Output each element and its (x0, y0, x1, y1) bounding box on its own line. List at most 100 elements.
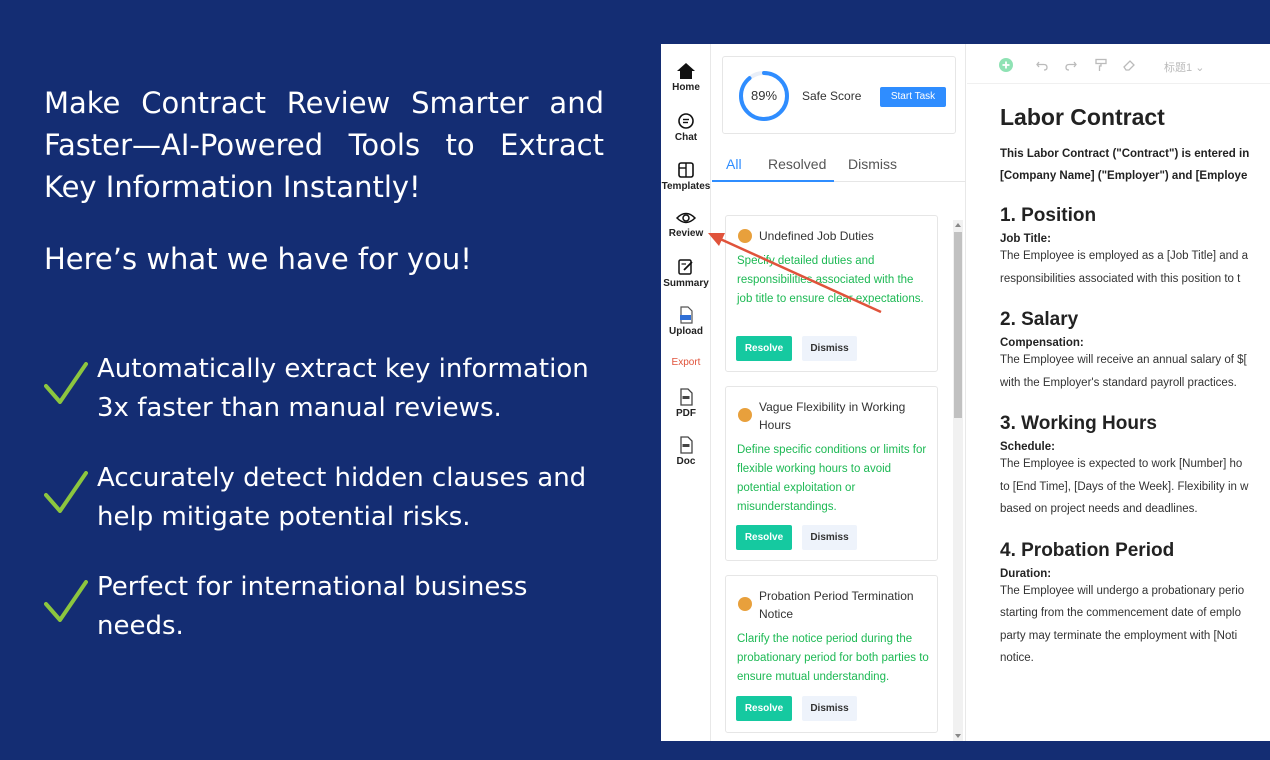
rail-item-templates[interactable]: Templates (661, 161, 711, 192)
summary-icon (678, 259, 693, 275)
doc-file-icon (680, 306, 693, 324)
headline: Make Contract Review Smarter and Faster—… (44, 86, 604, 204)
nav-rail: Home Chat Templates Review Summary Uploa… (661, 44, 711, 741)
feature-item: Perfect for international business needs… (44, 568, 604, 646)
warning-dot-icon (738, 408, 752, 422)
dismiss-button[interactable]: Dismiss (802, 696, 857, 721)
resolve-button[interactable]: Resolve (736, 696, 792, 721)
check-icon (44, 471, 88, 513)
section-line: based on project needs and deadlines. (1000, 503, 1198, 515)
check-icon (44, 580, 88, 622)
issue-description: Specify detailed duties and responsibili… (737, 255, 924, 305)
score-label: Safe Score (802, 89, 862, 103)
dismiss-button[interactable]: Dismiss (802, 336, 857, 361)
eraser-icon[interactable] (1122, 58, 1136, 72)
document-section: 4. Probation Period Duration: The Employ… (1000, 540, 1270, 670)
section-subheading: Compensation: (1000, 337, 1084, 349)
templates-icon (678, 162, 694, 178)
doc-export-icon (680, 436, 693, 454)
tab-dismiss[interactable]: Dismiss (848, 156, 897, 172)
safe-score-card: 89% Safe Score Start Task (722, 56, 956, 134)
scroll-thumb[interactable] (954, 232, 962, 418)
add-icon[interactable] (999, 58, 1013, 72)
undo-icon[interactable] (1035, 58, 1049, 72)
section-line: responsibilities associated with this po… (1000, 272, 1241, 285)
rail-item-home[interactable]: Home (661, 62, 711, 93)
export-doc[interactable]: Doc (661, 436, 711, 467)
eye-icon (676, 212, 696, 224)
rail-label: Upload (669, 326, 703, 337)
feature-text: Perfect for international business needs… (97, 572, 528, 641)
issue-card: Vague Flexibility in Working Hours Defin… (725, 386, 938, 561)
rail-label: Doc (676, 456, 696, 467)
rail-item-summary[interactable]: Summary (661, 258, 711, 289)
rail-item-upload[interactable]: Upload (661, 306, 711, 337)
score-value: 89% (750, 88, 778, 103)
feature-text: Accurately detect hidden clauses and hel… (97, 463, 587, 532)
start-task-button[interactable]: Start Task (880, 87, 946, 107)
dismiss-button[interactable]: Dismiss (802, 525, 857, 550)
issue-title: Vague Flexibility in Working Hours (759, 400, 906, 432)
issues-scrollbar[interactable] (953, 220, 963, 741)
section-line: to [End Time], [Days of the Week]. Flexi… (1000, 480, 1249, 493)
redo-icon[interactable] (1064, 58, 1078, 72)
issue-title: Probation Period Termination Notice (759, 589, 914, 621)
feature-item: Automatically extract key information 3x… (44, 350, 604, 428)
check-icon (44, 362, 88, 404)
feature-item: Accurately detect hidden clauses and hel… (44, 459, 604, 537)
section-line: The Employee will receive an annual sala… (1000, 354, 1247, 366)
rail-item-chat[interactable]: Chat (661, 112, 711, 143)
feature-list: Automatically extract key information 3x… (44, 350, 604, 677)
section-line: The Employee will undergo a probationary… (1000, 584, 1245, 597)
app-window: Home Chat Templates Review Summary Uploa… (661, 44, 1270, 741)
document-title: Labor Contract (1000, 104, 1165, 130)
issue-description: Clarify the notice period during the pro… (737, 633, 929, 683)
filter-tabs: All Resolved Dismiss (712, 144, 966, 182)
document-intro: [Company Name] ("Employer") and [Employe (1000, 170, 1248, 182)
rail-label: Chat (674, 132, 698, 143)
rail-item-review[interactable]: Review (661, 210, 711, 239)
resolve-button[interactable]: Resolve (736, 336, 792, 361)
section-line: The Employee is employed as a [Job Title… (1000, 250, 1249, 262)
section-line: The Employee is expected to work [Number… (1000, 458, 1243, 470)
home-icon (677, 63, 695, 79)
section-heading: 3. Working Hours (1000, 413, 1157, 434)
document-section: 1. Position Job Title: The Employee is e… (1000, 205, 1270, 290)
rail-label: Templates (661, 181, 711, 192)
section-heading: 4. Probation Period (1000, 539, 1175, 561)
subhead: Here’s what we have for you! (44, 242, 472, 276)
document-section: 3. Working Hours Schedule: The Employee … (1000, 413, 1270, 521)
section-subheading: Job Title: (1000, 233, 1051, 245)
scroll-up-icon[interactable] (955, 223, 961, 227)
section-subheading: Schedule: (1000, 441, 1055, 453)
section-heading: 2. Salary (1000, 309, 1079, 330)
document-body: Labor Contract This Labor Contract ("Con… (1000, 104, 1270, 670)
issue-description: Define specific conditions or limits for… (737, 444, 927, 513)
chevron-down-icon: ⌄ (1195, 62, 1205, 74)
tab-all[interactable]: All (726, 156, 742, 172)
tab-indicator (712, 180, 834, 182)
resolve-button[interactable]: Resolve (736, 525, 792, 550)
section-line: with the Employer's standard payroll pra… (1000, 376, 1237, 389)
section-heading: 1. Position (1000, 205, 1097, 226)
chat-icon (678, 113, 694, 129)
export-label: Export (671, 357, 701, 368)
pdf-file-icon (680, 388, 693, 406)
rail-label: PDF (676, 408, 696, 419)
format-painter-icon[interactable] (1094, 58, 1108, 72)
tab-resolved[interactable]: Resolved (768, 156, 826, 172)
rail-label: Summary (663, 278, 709, 289)
warning-dot-icon (738, 229, 752, 243)
section-line: party may terminate the employment with … (1000, 629, 1238, 642)
scroll-down-icon[interactable] (955, 734, 961, 738)
export-pdf[interactable]: PDF (661, 388, 711, 419)
section-line: starting from the commencement date of e… (1000, 607, 1241, 619)
rail-label: Home (672, 82, 700, 93)
issue-card: Probation Period Termination Notice Clar… (725, 575, 938, 733)
warning-dot-icon (738, 597, 752, 611)
document-section: 2. Salary Compensation: The Employee wil… (1000, 309, 1270, 394)
editor-toolbar: 标题1 ⌄ (967, 44, 1270, 84)
style-dropdown[interactable]: 标题1 ⌄ (1164, 59, 1204, 75)
issue-title: Undefined Job Duties (759, 229, 874, 243)
document-editor: 标题1 ⌄ Labor Contract This Labor Contract… (967, 44, 1270, 741)
